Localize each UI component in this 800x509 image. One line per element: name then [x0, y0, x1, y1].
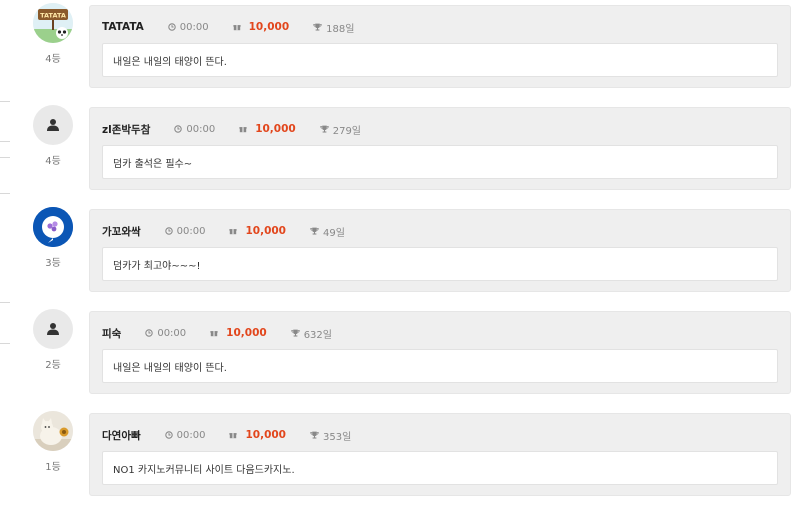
clock-icon — [164, 431, 173, 439]
entry-meta: 가꼬와싹 00:00 10,000 49일 — [102, 224, 345, 239]
attend-days: 279일 — [320, 122, 361, 137]
time-value: 00:00 — [176, 429, 206, 441]
points: 10,000 — [233, 21, 290, 33]
attendance-card: zl존박두참 00:00 10,000 279일 덤카 출석은 필수~ — [89, 107, 791, 190]
clock-icon — [145, 329, 154, 337]
avatar[interactable] — [33, 309, 73, 349]
avatar[interactable]: TATATA — [33, 3, 73, 43]
points-value: 10,000 — [255, 123, 296, 135]
nickname[interactable]: 가꼬와싹 — [102, 224, 141, 239]
points: 10,000 — [229, 429, 286, 441]
days-value: 353일 — [323, 431, 352, 443]
rank-label: 2등 — [45, 360, 61, 371]
attendance-entry: 2등 피숙 00:00 10,000 632일 내일은 내일의 태양이 뜬다. — [0, 309, 800, 399]
nickname[interactable]: 다연아빠 — [102, 428, 141, 443]
rank-label: 4등 — [45, 54, 61, 65]
author-column: 3등 — [33, 207, 73, 269]
gift-icon — [229, 433, 238, 439]
author-column: 2등 — [33, 309, 73, 371]
attend-days: 188일 — [313, 20, 354, 35]
rank-label: 3등 — [45, 258, 61, 269]
avatar[interactable] — [33, 411, 73, 451]
gift-icon — [210, 331, 218, 337]
days-value: 279일 — [332, 125, 362, 137]
points-value: 10,000 — [226, 327, 267, 339]
tatata-avatar-image: TATATA — [33, 3, 73, 43]
attendance-message: 덤카 출석은 필수~ — [102, 145, 778, 179]
nickname[interactable]: TATATA — [102, 21, 144, 33]
points-value: 10,000 — [245, 225, 286, 237]
trophy-icon — [320, 125, 329, 133]
time-value: 00:00 — [186, 123, 216, 135]
time-value: 00:00 — [176, 225, 206, 237]
attend-days: 49일 — [310, 224, 345, 239]
cat-avatar-image — [33, 411, 73, 451]
attend-time: 00:00 — [168, 22, 209, 33]
avatar[interactable] — [33, 207, 73, 247]
attendance-entry: 3등 가꼬와싹 00:00 10,000 49일 덤카가 최고야~~~! — [0, 207, 800, 297]
points: 10,000 — [210, 327, 267, 339]
rank-label: 1등 — [45, 462, 61, 473]
points: 10,000 — [239, 123, 296, 135]
attendance-message: NO1 카지노커뮤니티 사이트 다음드카지노. — [102, 451, 778, 485]
attendance-card: TATATA 00:00 10,000 188일 내일은 내일의 태양이 뜬다. — [89, 5, 791, 88]
author-column: TATATA 4등 — [33, 3, 73, 65]
avatar[interactable] — [33, 105, 73, 145]
attendance-message: 내일은 내일의 태양이 뜬다. — [102, 349, 778, 383]
border-mark — [0, 302, 10, 303]
clock-icon — [164, 227, 173, 235]
days-value: 632일 — [303, 329, 332, 341]
attend-time: 00:00 — [164, 429, 206, 441]
gift-icon — [233, 25, 241, 31]
time-value: 00:00 — [157, 327, 187, 339]
attend-time: 00:00 — [145, 328, 186, 339]
default-user-icon — [47, 119, 59, 131]
nickname[interactable]: 피숙 — [102, 326, 121, 341]
entry-meta: TATATA 00:00 10,000 188일 — [102, 20, 354, 35]
author-column: 1등 — [33, 411, 73, 473]
attend-days: 353일 — [310, 428, 351, 443]
attend-time: 00:00 — [164, 225, 206, 237]
attendance-entry: 1등 다연아빠 00:00 10,000 353일 NO1 카지노커뮤니티 사이… — [0, 411, 800, 501]
attend-days: 632일 — [291, 326, 332, 341]
days-value: 188일 — [326, 23, 355, 35]
attendance-card: 다연아빠 00:00 10,000 353일 NO1 카지노커뮤니티 사이트 다… — [89, 413, 791, 496]
attendance-entry: 4등 zl존박두참 00:00 10,000 279일 덤카 출석은 필수~ — [0, 105, 800, 195]
attendance-message: 내일은 내일의 태양이 뜬다. — [102, 43, 778, 77]
default-user-icon — [47, 323, 59, 335]
attendance-message: 덤카가 최고야~~~! — [102, 247, 778, 281]
clock-icon — [168, 23, 176, 31]
svg-text:TATATA: TATATA — [40, 12, 66, 20]
nickname[interactable]: zl존박두참 — [102, 122, 150, 137]
author-column: 4등 — [33, 105, 73, 167]
gift-icon — [239, 127, 247, 133]
attendance-entry: TATATA 4등 TATATA 00:00 10,000 188일 내일은 내… — [0, 3, 800, 93]
attendance-card: 피숙 00:00 10,000 632일 내일은 내일의 태양이 뜬다. — [89, 311, 791, 394]
trophy-icon — [310, 431, 319, 439]
entry-meta: 다연아빠 00:00 10,000 353일 — [102, 428, 351, 443]
border-mark — [0, 101, 10, 102]
trophy-icon — [313, 23, 322, 31]
entry-meta: 피숙 00:00 10,000 632일 — [102, 326, 332, 341]
points: 10,000 — [229, 225, 286, 237]
points-value: 10,000 — [248, 21, 290, 33]
blue-avatar-image — [33, 207, 73, 247]
time-value: 00:00 — [179, 21, 209, 33]
gift-icon — [229, 229, 238, 235]
trophy-icon — [291, 329, 300, 337]
rank-label: 4등 — [45, 156, 61, 167]
entry-meta: zl존박두참 00:00 10,000 279일 — [102, 122, 361, 137]
attendance-card: 가꼬와싹 00:00 10,000 49일 덤카가 최고야~~~! — [89, 209, 791, 292]
points-value: 10,000 — [245, 429, 286, 441]
trophy-icon — [310, 227, 319, 235]
attend-time: 00:00 — [174, 124, 215, 135]
clock-icon — [174, 125, 183, 133]
days-value: 49일 — [323, 227, 345, 239]
